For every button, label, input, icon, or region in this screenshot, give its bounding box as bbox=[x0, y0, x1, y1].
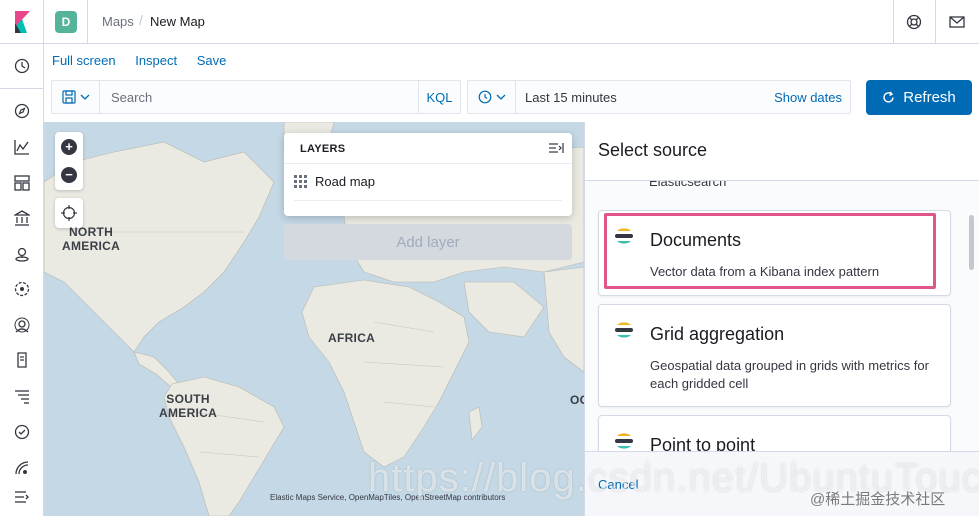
locate-control bbox=[55, 198, 83, 228]
chevron-down-icon bbox=[496, 94, 505, 100]
divider bbox=[893, 0, 894, 44]
layer-item-road-map[interactable]: Road map bbox=[294, 174, 375, 189]
query-bar: KQL bbox=[51, 80, 461, 114]
quick-select-button[interactable] bbox=[468, 81, 516, 113]
divider bbox=[87, 0, 88, 44]
watermark-site: @稀土掘金技术社区 bbox=[810, 491, 946, 508]
flyout-scrollbar[interactable] bbox=[969, 215, 974, 270]
breadcrumb-current: New Map bbox=[150, 14, 205, 29]
top-header: D Maps / New Map bbox=[0, 0, 979, 44]
date-range-text[interactable]: Last 15 minutes bbox=[525, 90, 617, 105]
refresh-button[interactable]: Refresh bbox=[866, 80, 972, 115]
refresh-icon bbox=[883, 91, 894, 103]
menu-collapse-icon[interactable] bbox=[11, 486, 33, 508]
inspect-link[interactable]: Inspect bbox=[135, 53, 177, 68]
help-icon[interactable] bbox=[903, 11, 925, 33]
divider bbox=[284, 163, 572, 164]
source-title: Point to point bbox=[650, 435, 756, 451]
discover-compass-icon[interactable] bbox=[11, 100, 33, 122]
canvas-icon[interactable] bbox=[11, 207, 33, 229]
partial-source-text: Elasticsearch bbox=[649, 181, 727, 189]
map-label-africa: AFRICA bbox=[328, 331, 376, 345]
source-title: Grid aggregation bbox=[650, 324, 785, 344]
breadcrumb-separator: / bbox=[139, 12, 143, 28]
zoom-in-button[interactable]: + bbox=[61, 139, 77, 155]
kibana-logo-icon[interactable] bbox=[0, 0, 44, 44]
refresh-label: Refresh bbox=[903, 89, 956, 106]
space-avatar[interactable]: D bbox=[55, 11, 77, 33]
signal-icon[interactable] bbox=[11, 457, 33, 479]
collapse-panel-icon[interactable] bbox=[548, 140, 564, 156]
save-disk-icon bbox=[61, 90, 76, 104]
apm-icon[interactable] bbox=[11, 385, 33, 407]
search-input[interactable] bbox=[100, 81, 420, 113]
user-icon[interactable] bbox=[11, 314, 33, 336]
divider bbox=[294, 200, 562, 201]
elasticsearch-logo-icon bbox=[615, 433, 633, 449]
map-label-partial: OC bbox=[570, 393, 584, 407]
tile-grid-icon bbox=[294, 175, 307, 188]
breadcrumb-maps[interactable]: Maps bbox=[102, 14, 134, 29]
elasticsearch-logo-icon bbox=[615, 322, 633, 338]
dashboard-icon[interactable] bbox=[11, 172, 33, 194]
date-picker: Last 15 minutes Show dates bbox=[467, 80, 851, 114]
kql-toggle-button[interactable]: KQL bbox=[418, 81, 460, 113]
machine-learning-icon[interactable] bbox=[11, 278, 33, 300]
uptime-icon[interactable] bbox=[11, 421, 33, 443]
layers-panel: LAYERS Road map bbox=[284, 133, 572, 216]
add-layer-button[interactable]: Add layer bbox=[284, 224, 572, 260]
top-menu: Full screen Inspect Save bbox=[52, 53, 242, 68]
logs-icon[interactable] bbox=[11, 349, 33, 371]
save-link[interactable]: Save bbox=[197, 53, 227, 68]
visualize-icon[interactable] bbox=[11, 136, 33, 158]
mail-icon[interactable] bbox=[946, 11, 968, 33]
layers-title: LAYERS bbox=[300, 143, 346, 155]
source-card-grid-aggregation[interactable]: Grid aggregation Geospatial data grouped… bbox=[598, 304, 951, 407]
zoom-controls: + − bbox=[55, 132, 83, 190]
recent-clock-icon[interactable] bbox=[11, 55, 33, 77]
source-card-point-to-point[interactable]: Point to point bbox=[598, 415, 951, 451]
show-dates-link[interactable]: Show dates bbox=[774, 90, 842, 105]
crosshair-icon[interactable] bbox=[61, 205, 77, 221]
full-screen-link[interactable]: Full screen bbox=[52, 53, 116, 68]
selection-highlight bbox=[604, 213, 936, 289]
divider bbox=[935, 0, 936, 44]
source-description: Geospatial data grouped in grids with me… bbox=[650, 358, 929, 391]
calendar-clock-icon bbox=[478, 90, 491, 104]
zoom-out-button[interactable]: − bbox=[61, 167, 77, 183]
maps-icon[interactable] bbox=[11, 243, 33, 265]
map-label-north-america: NORTH AMERICA bbox=[62, 225, 121, 253]
side-navigation bbox=[0, 44, 44, 516]
divider bbox=[0, 88, 43, 89]
chevron-down-icon bbox=[80, 94, 89, 100]
saved-query-button[interactable] bbox=[52, 81, 100, 113]
layer-name: Road map bbox=[315, 174, 375, 189]
map-label-south-america: SOUTH AMERICA bbox=[159, 392, 218, 420]
flyout-title: Select source bbox=[598, 140, 708, 160]
